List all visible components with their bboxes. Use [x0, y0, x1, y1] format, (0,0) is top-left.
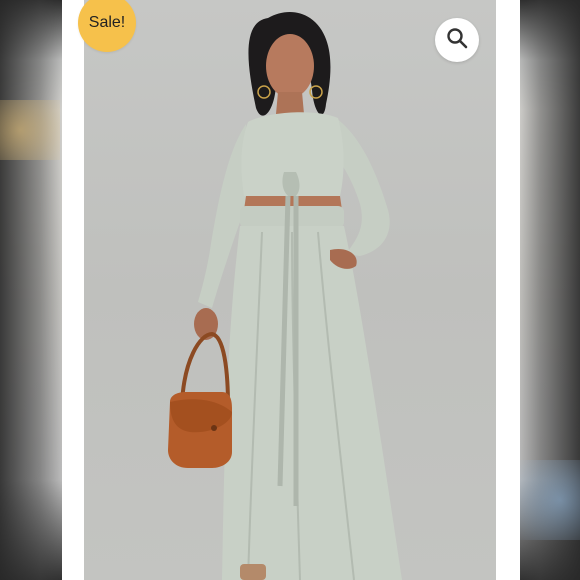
product-photo[interactable]	[84, 0, 496, 580]
search-icon	[445, 26, 469, 55]
pants-waistband	[240, 206, 344, 228]
background-glow-left	[0, 100, 60, 160]
background-glow-right	[520, 460, 580, 540]
model-face	[266, 34, 314, 98]
zoom-button[interactable]	[435, 18, 479, 62]
model-neck	[276, 92, 304, 114]
sale-badge-label: Sale!	[88, 14, 126, 31]
